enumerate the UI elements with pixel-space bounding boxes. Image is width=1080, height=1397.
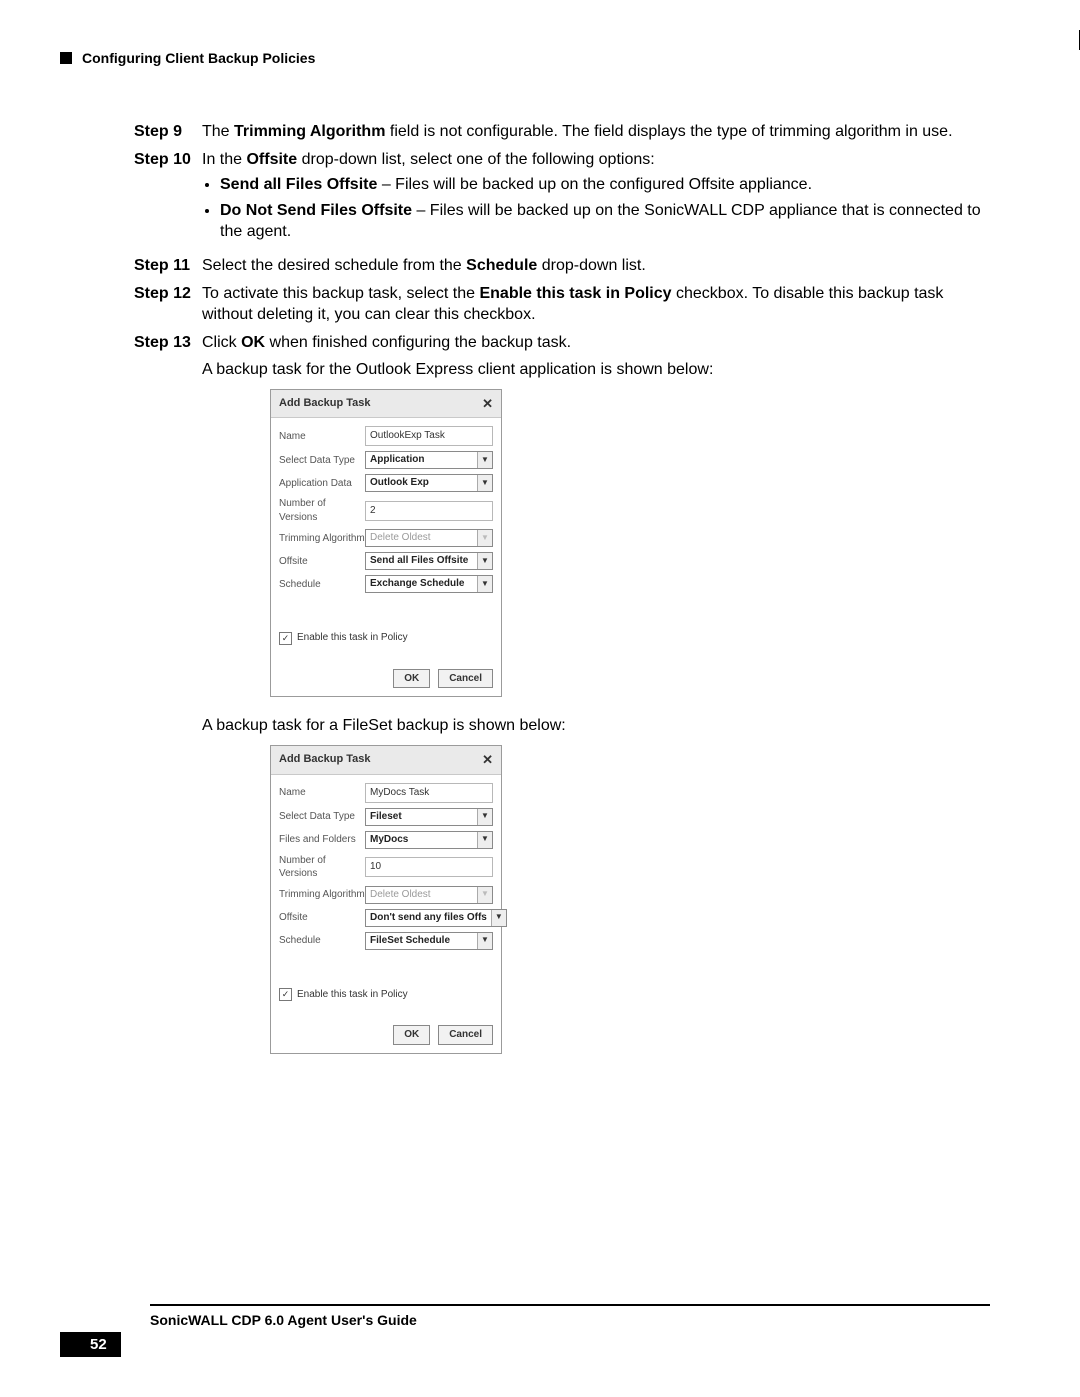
data-type-label: Select Data Type xyxy=(279,454,365,468)
step-11-label: Step 11 xyxy=(134,255,202,277)
chevron-down-icon: ▼ xyxy=(477,933,492,949)
offsite-label: Offsite xyxy=(279,911,365,925)
step-12: Step 12 To activate this backup task, se… xyxy=(134,283,990,326)
bullet-do-not-send: Do Not Send Files Offsite – Files will b… xyxy=(220,200,990,243)
cancel-button[interactable]: Cancel xyxy=(438,1025,493,1045)
close-icon[interactable]: ✕ xyxy=(482,395,493,413)
offsite-select[interactable]: Don't send any files Offs ▼ xyxy=(365,909,507,927)
chevron-down-icon: ▼ xyxy=(477,809,492,825)
name-label: Name xyxy=(279,430,365,444)
enable-label: Enable this task in Policy xyxy=(297,631,408,645)
step-9-body: The Trimming Algorithm field is not conf… xyxy=(202,121,990,143)
schedule-label: Schedule xyxy=(279,578,365,592)
step-12-body: To activate this backup task, select the… xyxy=(202,283,990,326)
chevron-down-icon: ▼ xyxy=(477,832,492,848)
page: Configuring Client Backup Policies Step … xyxy=(0,0,1080,1397)
files-folders-label: Files and Folders xyxy=(279,833,365,847)
app-data-select[interactable]: Outlook Exp ▼ xyxy=(365,474,493,492)
chevron-down-icon: ▼ xyxy=(477,475,492,491)
dialog-1-buttons: OK Cancel xyxy=(271,669,501,697)
schedule-select[interactable]: FileSet Schedule ▼ xyxy=(365,932,493,950)
name-input[interactable]: MyDocs Task xyxy=(365,783,493,803)
dialog-2-body: Name MyDocs Task Select Data Type Filese… xyxy=(271,775,501,1026)
data-type-select[interactable]: Application ▼ xyxy=(365,451,493,469)
step-13-body: Click OK when finished configuring the b… xyxy=(202,332,990,354)
step-10-bullets: Send all Files Offsite – Files will be b… xyxy=(202,174,990,243)
step-9: Step 9 The Trimming Algorithm field is n… xyxy=(134,121,990,143)
data-type-select[interactable]: Fileset ▼ xyxy=(365,808,493,826)
chevron-down-icon: ▼ xyxy=(477,887,492,903)
step-12-label: Step 12 xyxy=(134,283,202,326)
chevron-down-icon: ▼ xyxy=(477,576,492,592)
add-backup-task-dialog-1: Add Backup Task ✕ Name OutlookExp Task S… xyxy=(270,389,502,698)
bullet-send-all: Send all Files Offsite – Files will be b… xyxy=(220,174,990,196)
schedule-label: Schedule xyxy=(279,934,365,948)
enable-row: ✓ Enable this task in Policy xyxy=(279,631,493,645)
step-11: Step 11 Select the desired schedule from… xyxy=(134,255,990,277)
dialog-1-body: Name OutlookExp Task Select Data Type Ap… xyxy=(271,418,501,669)
steps-block: Step 9 The Trimming Algorithm field is n… xyxy=(134,121,990,1054)
step-9-label: Step 9 xyxy=(134,121,202,143)
page-footer: SonicWALL CDP 6.0 Agent User's Guide 52 xyxy=(60,1304,990,1357)
enable-row: ✓ Enable this task in Policy xyxy=(279,988,493,1002)
step-11-body: Select the desired schedule from the Sch… xyxy=(202,255,990,277)
footer-guide-title: SonicWALL CDP 6.0 Agent User's Guide xyxy=(150,1306,417,1328)
name-input[interactable]: OutlookExp Task xyxy=(365,426,493,446)
step-13: Step 13 Click OK when finished configuri… xyxy=(134,332,990,354)
trim-label: Trimming Algorithm xyxy=(279,532,365,546)
step-10-label: Step 10 xyxy=(134,149,202,249)
trim-select: Delete Oldest ▼ xyxy=(365,529,493,547)
ok-button[interactable]: OK xyxy=(393,669,430,689)
offsite-label: Offsite xyxy=(279,555,365,569)
chevron-down-icon: ▼ xyxy=(477,553,492,569)
add-backup-task-dialog-2: Add Backup Task ✕ Name MyDocs Task Selec… xyxy=(270,745,502,1054)
versions-input[interactable]: 10 xyxy=(365,857,493,877)
section-title: Configuring Client Backup Policies xyxy=(82,50,315,66)
step-10-body: In the Offsite drop-down list, select on… xyxy=(202,149,990,249)
step-10: Step 10 In the Offsite drop-down list, s… xyxy=(134,149,990,249)
dialog-1-title-bar: Add Backup Task ✕ xyxy=(271,390,501,419)
ok-button[interactable]: OK xyxy=(393,1025,430,1045)
offsite-select[interactable]: Send all Files Offsite ▼ xyxy=(365,552,493,570)
trim-select: Delete Oldest ▼ xyxy=(365,886,493,904)
enable-checkbox[interactable]: ✓ xyxy=(279,988,292,1001)
versions-label: Number of Versions xyxy=(279,854,365,881)
square-bullet-icon xyxy=(60,52,72,64)
versions-label: Number of Versions xyxy=(279,497,365,524)
files-folders-select[interactable]: MyDocs ▼ xyxy=(365,831,493,849)
name-label: Name xyxy=(279,786,365,800)
footer-line: SonicWALL CDP 6.0 Agent User's Guide xyxy=(150,1304,990,1328)
chevron-down-icon: ▼ xyxy=(491,910,506,926)
trim-label: Trimming Algorithm xyxy=(279,888,365,902)
schedule-select[interactable]: Exchange Schedule ▼ xyxy=(365,575,493,593)
dialog-2-title-bar: Add Backup Task ✕ xyxy=(271,746,501,775)
enable-label: Enable this task in Policy xyxy=(297,988,408,1002)
section-header: Configuring Client Backup Policies xyxy=(60,50,990,66)
chevron-down-icon: ▼ xyxy=(477,530,492,546)
data-type-label: Select Data Type xyxy=(279,810,365,824)
caption-2: A backup task for a FileSet backup is sh… xyxy=(202,715,990,737)
chevron-down-icon: ▼ xyxy=(477,452,492,468)
page-number: 52 xyxy=(60,1332,121,1357)
enable-checkbox[interactable]: ✓ xyxy=(279,632,292,645)
step-13-label: Step 13 xyxy=(134,332,202,354)
caption-1: A backup task for the Outlook Express cl… xyxy=(202,359,990,381)
versions-input[interactable]: 2 xyxy=(365,501,493,521)
app-data-label: Application Data xyxy=(279,477,365,491)
cancel-button[interactable]: Cancel xyxy=(438,669,493,689)
close-icon[interactable]: ✕ xyxy=(482,751,493,769)
dialog-2-title: Add Backup Task xyxy=(279,752,371,767)
dialog-1-title: Add Backup Task xyxy=(279,396,371,411)
dialog-2-buttons: OK Cancel xyxy=(271,1025,501,1053)
